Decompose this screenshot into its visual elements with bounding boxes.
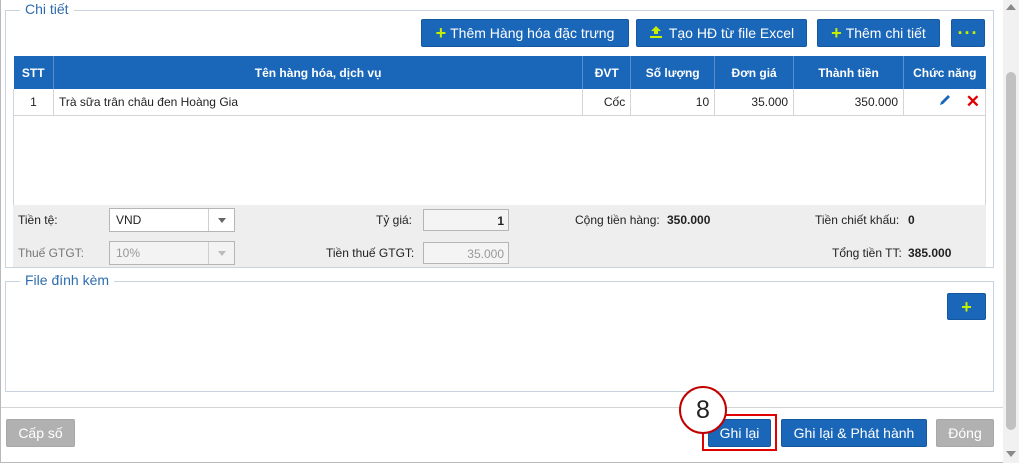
delete-x-icon[interactable]: ✕ [966,92,980,112]
cell-stt: 1 [13,89,54,116]
grand-total-label: Tổng tiền TT: [832,246,902,260]
header-name: Tên hàng hóa, dịch vụ [53,56,584,89]
cell-actions: ✕ [903,89,986,116]
add-featured-goods-button[interactable]: + Thêm Hàng hóa đặc trưng [421,19,629,47]
attachments-section [5,281,994,392]
add-detail-label: Thêm chi tiết [845,25,926,41]
header-quantity: Số lượng [630,56,716,89]
add-detail-button[interactable]: + Thêm chi tiết [817,19,940,47]
cell-name[interactable]: Trà sữa trân châu đen Hoàng Gia [53,89,584,116]
chevron-down-icon [208,242,234,264]
pencil-icon[interactable] [938,93,952,110]
header-stt: STT [13,56,54,89]
cell-amount: 350.000 [793,89,905,116]
vat-amount-label: Tiền thuế GTGT: [326,246,415,260]
grand-total-value: 385.000 [908,246,952,260]
cell-quantity[interactable]: 10 [630,89,716,116]
vat-select: 10% [109,241,235,265]
header-actions: Chức năng [903,56,986,89]
table-empty-area [13,115,986,205]
scroll-down-arrow-icon[interactable] [1006,451,1016,457]
header-price: Đơn giá [714,56,795,89]
discount-value: 0 [908,213,915,227]
header-unit: ĐVT [582,56,632,89]
currency-label: Tiền tệ: [18,213,58,227]
goods-total-label: Cộng tiền hàng: [575,213,660,227]
plus-icon: + [961,296,972,317]
vat-amount-field: 35.000 [423,242,509,264]
close-button: Đóng [936,419,994,447]
currency-select[interactable]: VND [109,208,235,232]
detail-section-title: Chi tiết [20,1,74,17]
scroll-thumb[interactable] [1006,72,1016,430]
table-header-row: STT Tên hàng hóa, dịch vụ ĐVT Số lượng Đ… [13,56,986,89]
rate-field[interactable]: 1 [423,209,509,231]
goods-total-value: 350.000 [667,213,711,227]
currency-value: VND [116,213,142,227]
summary-panel: Tiền tệ: VND Tỷ giá: 1 Cộng tiền hàng: 3… [13,205,986,267]
step-number-badge: 8 [679,386,727,434]
rate-label: Tỷ giá: [376,213,413,227]
vertical-scrollbar[interactable] [1003,0,1019,463]
more-options-button[interactable]: ··· [951,19,985,47]
discount-label: Tiền chiết khấu: [815,213,900,227]
cell-price[interactable]: 35.000 [714,89,795,116]
add-featured-goods-label: Thêm Hàng hóa đặc trưng [450,25,615,41]
attachments-section-title: File đính kèm [20,272,115,288]
goods-table: STT Tên hàng hóa, dịch vụ ĐVT Số lượng Đ… [13,56,986,116]
footer-divider [1,407,1003,408]
vat-value: 10% [116,246,141,260]
add-attachment-button[interactable]: + [947,293,986,320]
cell-unit[interactable]: Cốc [582,89,632,116]
save-and-publish-button[interactable]: Ghi lại & Phát hành [781,419,927,447]
vat-label: Thuế GTGT: [18,246,85,260]
issue-number-button: Cấp số [6,419,75,447]
plus-icon: + [435,23,447,43]
upload-icon [649,25,663,42]
header-amount: Thành tiền [793,56,905,89]
create-from-excel-label: Tạo HĐ từ file Excel [668,25,795,41]
create-from-excel-button[interactable]: Tạo HĐ từ file Excel [636,19,807,47]
plus-icon: + [831,23,842,43]
scroll-up-arrow-icon[interactable] [1006,4,1016,10]
chevron-down-icon [208,209,234,231]
table-row[interactable]: 1 Trà sữa trân châu đen Hoàng Gia Cốc 10… [13,89,986,116]
